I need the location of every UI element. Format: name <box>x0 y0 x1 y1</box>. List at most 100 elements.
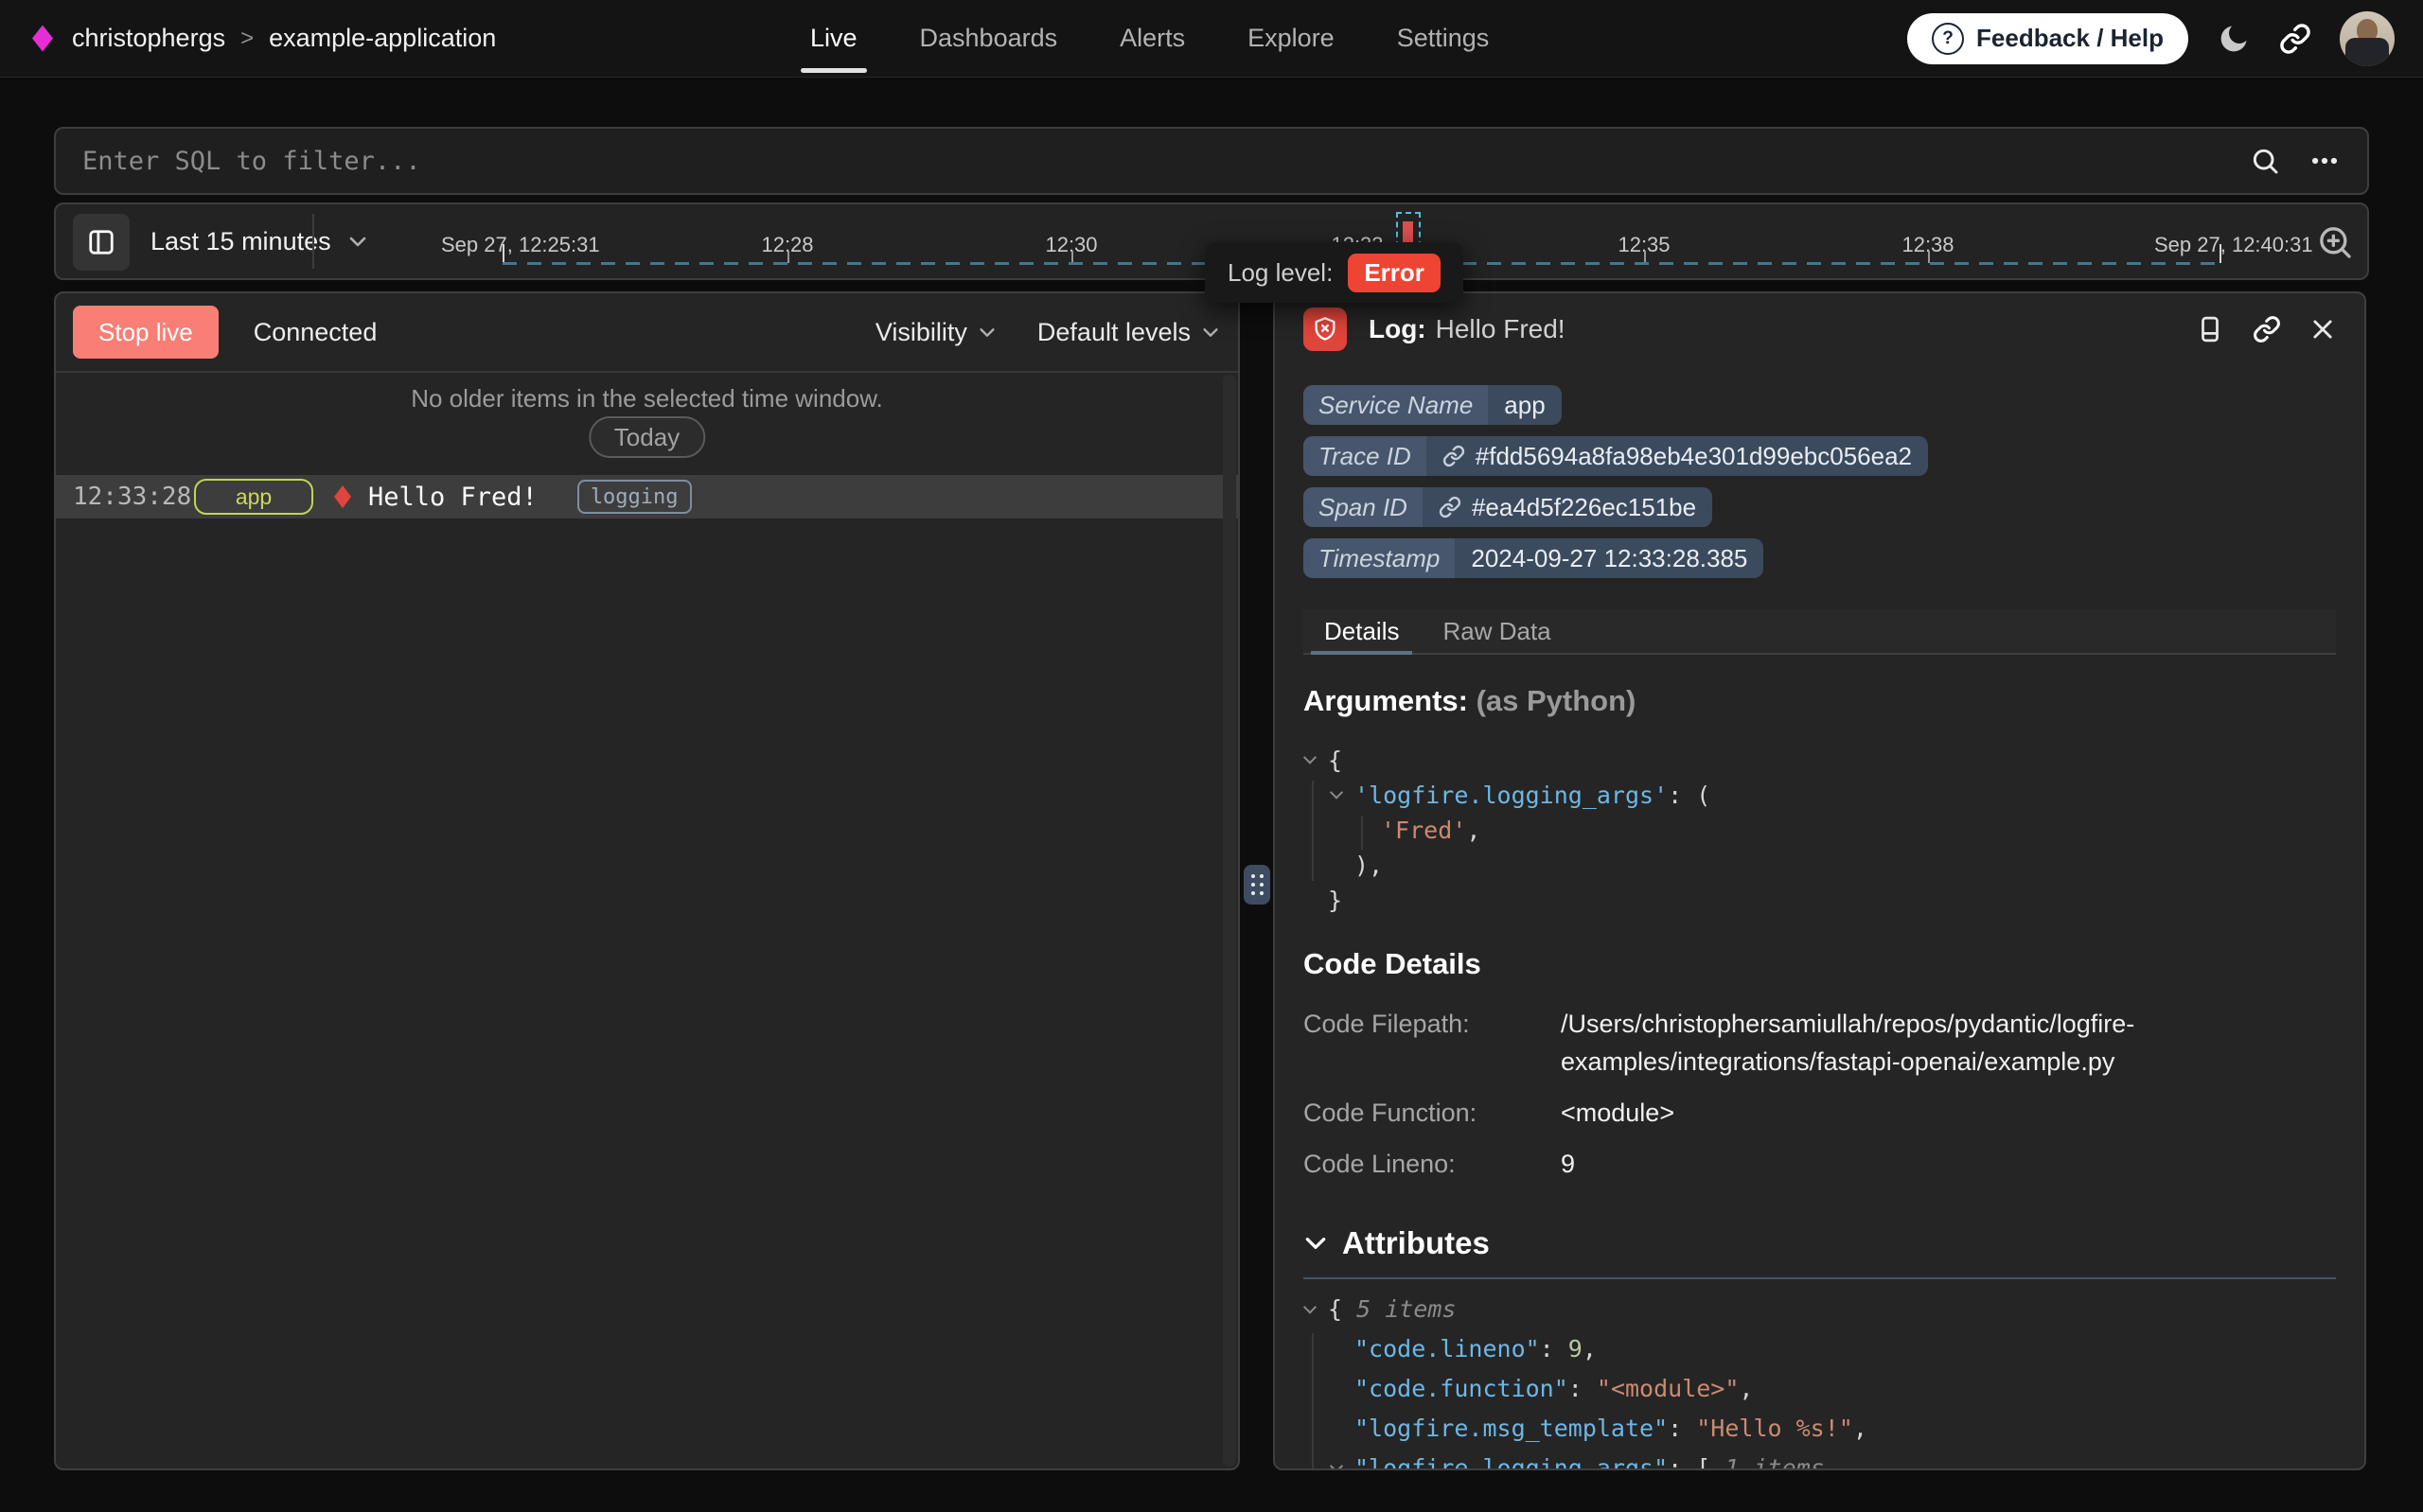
link-icon <box>1439 496 1461 519</box>
tab-raw-data[interactable]: Raw Data <box>1442 609 1550 653</box>
connection-status: Connected <box>254 318 378 347</box>
sql-filter-bar <box>54 127 2369 195</box>
code-token-punc: , <box>1583 1335 1597 1363</box>
code-token-punc: : <box>1568 1375 1597 1402</box>
log-message: Hello Fred! <box>368 483 538 512</box>
code-token-punc: : <box>1668 1415 1696 1442</box>
visibility-dropdown[interactable]: Visibility <box>875 318 998 347</box>
code-token-punc: , <box>1739 1375 1753 1402</box>
arguments-subheading: (as Python) <box>1477 684 1636 717</box>
attributes-heading[interactable]: Attributes <box>1303 1225 2336 1261</box>
badge-list: Service Name app Trace ID #fdd5694a8fa98eb… <box>1303 385 2155 578</box>
detail-title-message: Hello Fred! <box>1436 314 1565 343</box>
detail-header-icons <box>2196 315 2336 343</box>
badge-value-text: #fdd5694a8fa98eb4e301d99ebc056ea2 <box>1476 442 1912 471</box>
service-tag[interactable]: app <box>194 479 313 515</box>
breadcrumb-org[interactable]: christophergs <box>72 24 225 53</box>
badge-value-text: app <box>1504 391 1545 420</box>
code-token-key: "logfire.msg_template" <box>1354 1415 1668 1442</box>
chevron-down-icon <box>977 322 998 343</box>
feedback-help-label: Feedback / Help <box>1976 24 2164 53</box>
dark-mode-moon-icon[interactable] <box>2217 22 2251 56</box>
live-panel-header: Stop live Connected Visibility Default l… <box>56 293 1238 373</box>
live-view-panel: Stop live Connected Visibility Default l… <box>54 291 1240 1470</box>
reader-view-icon[interactable] <box>2196 315 2224 343</box>
code-line: "logfire.msg_template": "Hello %s!", <box>1303 1409 2336 1449</box>
copy-link-icon[interactable] <box>2253 315 2281 343</box>
badge-service-name[interactable]: Service Name app <box>1303 385 1562 425</box>
badge-value: 2024-09-27 12:33:28.385 <box>1455 538 1763 578</box>
stop-live-button[interactable]: Stop live <box>73 306 219 359</box>
code-token-punc: { <box>1328 747 1342 774</box>
code-detail-label: Code Function: <box>1303 1094 1561 1132</box>
scrollbar-track[interactable] <box>1223 375 1236 1467</box>
code-detail-label: Code Lineno: <box>1303 1145 1561 1183</box>
detail-title-prefix: Log: <box>1369 314 1426 343</box>
attributes-divider <box>1303 1277 2336 1279</box>
code-token-key: "code.lineno" <box>1354 1335 1540 1363</box>
collapse-chevron-icon[interactable] <box>1305 1303 1317 1314</box>
nav-item-live[interactable]: Live <box>810 0 858 77</box>
code-token-punc: { <box>1328 1295 1356 1323</box>
code-token-punc: ), <box>1354 852 1383 879</box>
empty-window-message: No older items in the selected time wind… <box>56 384 1238 413</box>
nav-right: ? Feedback / Help <box>1907 0 2395 77</box>
sql-filter-input[interactable] <box>80 146 2250 177</box>
badge-label: Span ID <box>1303 487 1423 527</box>
nav-item-alerts[interactable]: Alerts <box>1120 0 1185 77</box>
visibility-label: Visibility <box>875 318 967 347</box>
more-options-icon[interactable] <box>2308 145 2341 177</box>
arguments-code-block[interactable]: {'logfire.logging_args': ('Fred',),} <box>1303 743 2336 918</box>
breadcrumb-project[interactable]: example-application <box>269 24 496 53</box>
top-nav: christophergs > example-application Live… <box>0 0 2423 78</box>
badge-value: app <box>1488 385 1561 425</box>
nav-item-explore[interactable]: Explore <box>1247 0 1335 77</box>
chevron-down-icon <box>1303 1231 1328 1256</box>
badge-label: Service Name <box>1303 385 1488 425</box>
collapse-chevron-icon[interactable] <box>1332 788 1343 800</box>
code-token-str: "Hello %s!" <box>1696 1415 1853 1442</box>
breadcrumb: christophergs > example-application <box>32 24 496 53</box>
badge-value-text: 2024-09-27 12:33:28.385 <box>1471 544 1747 573</box>
nav-items: Live Dashboards Alerts Explore Settings <box>810 0 1489 77</box>
feedback-help-button[interactable]: ? Feedback / Help <box>1907 13 2188 64</box>
zoom-in-icon[interactable] <box>2316 223 2354 261</box>
scope-tag[interactable]: logging <box>577 480 692 514</box>
badge-trace-id[interactable]: Trace ID #fdd5694a8fa98eb4e301d99ebc056e… <box>1303 436 1928 476</box>
default-levels-dropdown[interactable]: Default levels <box>1037 318 1221 347</box>
code-line: "code.lineno": 9, <box>1303 1329 2336 1369</box>
badge-timestamp[interactable]: Timestamp 2024-09-27 12:33:28.385 <box>1303 538 1763 578</box>
code-line: "logfire.logging_args": [ 1 items <box>1303 1449 2336 1470</box>
code-detail-value: 9 <box>1561 1145 2336 1183</box>
filter-icons <box>2250 145 2341 177</box>
log-timestamp: 12:33:28 <box>73 483 194 511</box>
badge-label: Timestamp <box>1303 538 1455 578</box>
error-shield-icon <box>1303 308 1347 351</box>
search-icon[interactable] <box>2250 146 2280 176</box>
nav-item-dashboards[interactable]: Dashboards <box>920 0 1058 77</box>
code-details-list: Code Filepath:/Users/christophersamiulla… <box>1303 1005 2336 1183</box>
code-token-punc: : [ <box>1668 1454 1724 1470</box>
code-line: { <box>1303 743 2336 778</box>
user-avatar[interactable] <box>2340 11 2395 66</box>
panel-resize-handle[interactable] <box>1244 865 1270 905</box>
code-token-key: 'logfire.logging_args' <box>1354 782 1668 809</box>
code-token-punc: : ( <box>1668 782 1710 809</box>
code-line: ), <box>1303 848 2336 883</box>
today-button[interactable]: Today <box>589 416 705 458</box>
badge-value-text: #ea4d5f226ec151be <box>1472 493 1696 522</box>
badge-span-id[interactable]: Span ID #ea4d5f226ec151be <box>1303 487 1712 527</box>
nav-item-settings[interactable]: Settings <box>1397 0 1490 77</box>
collapse-chevron-icon[interactable] <box>1332 1462 1343 1470</box>
share-link-icon[interactable] <box>2279 23 2311 55</box>
question-circle-icon: ? <box>1932 23 1964 55</box>
collapse-chevron-icon[interactable] <box>1305 753 1317 765</box>
attributes-code-block[interactable]: { 5 items"code.lineno": 9,"code.function… <box>1303 1290 2336 1470</box>
tab-details[interactable]: Details <box>1324 609 1399 653</box>
log-row-selected[interactable]: 12:33:28 app Hello Fred! logging <box>56 475 1238 519</box>
logfire-logo-icon[interactable] <box>32 26 53 52</box>
arguments-heading-label: Arguments: <box>1303 684 1468 717</box>
log-level-tooltip: Log level: Error <box>1205 242 1463 303</box>
arguments-heading: Arguments: (as Python) <box>1303 684 2336 718</box>
close-icon[interactable] <box>2309 316 2336 343</box>
